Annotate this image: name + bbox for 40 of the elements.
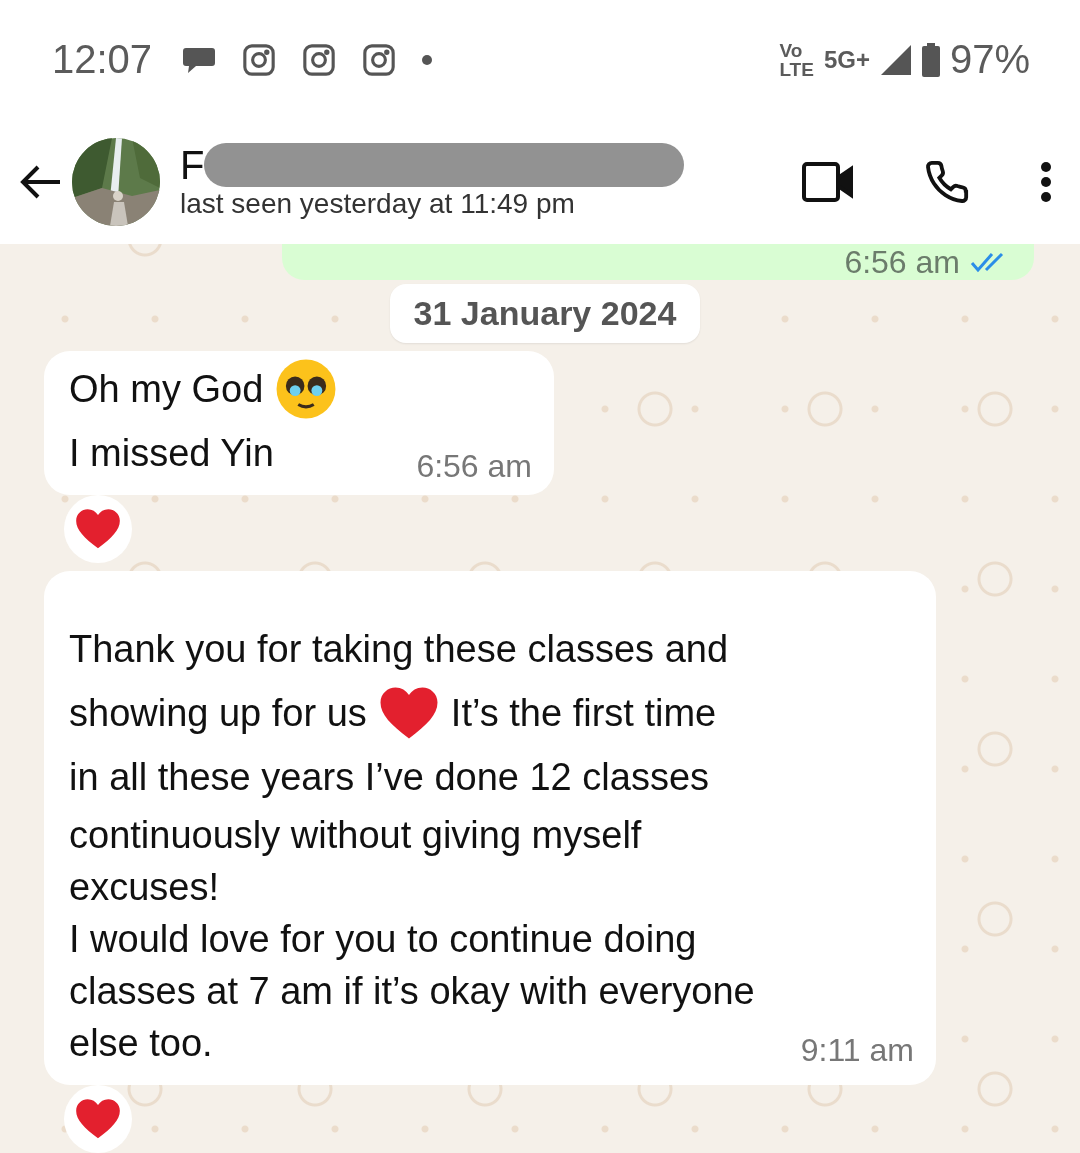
message-text: classes at 7 am if it’s okay with everyone [69, 969, 755, 1013]
message-bubble[interactable] [44, 571, 936, 1085]
contact-name: F [180, 143, 206, 189]
network-label: Vo [779, 40, 804, 60]
message-text: showing up for us [69, 691, 367, 735]
pleading-face-icon [275, 358, 338, 420]
camera-icon [242, 42, 277, 77]
message-time: 6:56 am [844, 243, 960, 281]
message-text: in all these years I’ve done 12 classes [69, 755, 710, 799]
heart-icon [75, 1098, 121, 1140]
battery-percent: 97% [949, 37, 1030, 83]
network-type: 5G+ [823, 47, 870, 72]
video-call-icon[interactable] [802, 161, 854, 202]
reaction-badge[interactable] [64, 1085, 132, 1153]
back-icon[interactable] [20, 163, 62, 200]
message-bubble[interactable]: Oh my God I missed Yin 6:56 am [44, 351, 554, 495]
message-text: I missed Yin [69, 431, 274, 475]
last-seen-text: last seen yesterday at 11:49 pm [180, 188, 575, 221]
heart-icon [378, 686, 439, 740]
camera-icon [302, 42, 337, 77]
network-label: LTE [779, 59, 814, 79]
message-text: continuously without giving myself [69, 813, 642, 857]
battery-icon [921, 42, 940, 77]
phone-icon[interactable] [924, 158, 970, 205]
clock: 12:07 [52, 37, 153, 83]
message-time: 9:11 am [800, 1032, 914, 1069]
camera-icon [362, 42, 397, 77]
dot-icon [422, 54, 433, 65]
message-text: excuses! [69, 865, 219, 909]
heart-icon [75, 508, 121, 550]
signal-icon [879, 43, 912, 76]
message-text: I would love for you to continue doing [69, 917, 697, 961]
menu-icon[interactable] [1040, 160, 1052, 203]
message-text: It’s the first time [450, 691, 717, 735]
outgoing-message[interactable]: 6:56 am [282, 244, 1034, 280]
message-text: Thank you for taking these classes and [69, 627, 729, 671]
message-text: Oh my God [69, 367, 264, 411]
message-time: 6:56 am [416, 448, 532, 485]
message-text: else too. [69, 1021, 213, 1065]
date-chip: 31 January 2024 [389, 284, 701, 343]
